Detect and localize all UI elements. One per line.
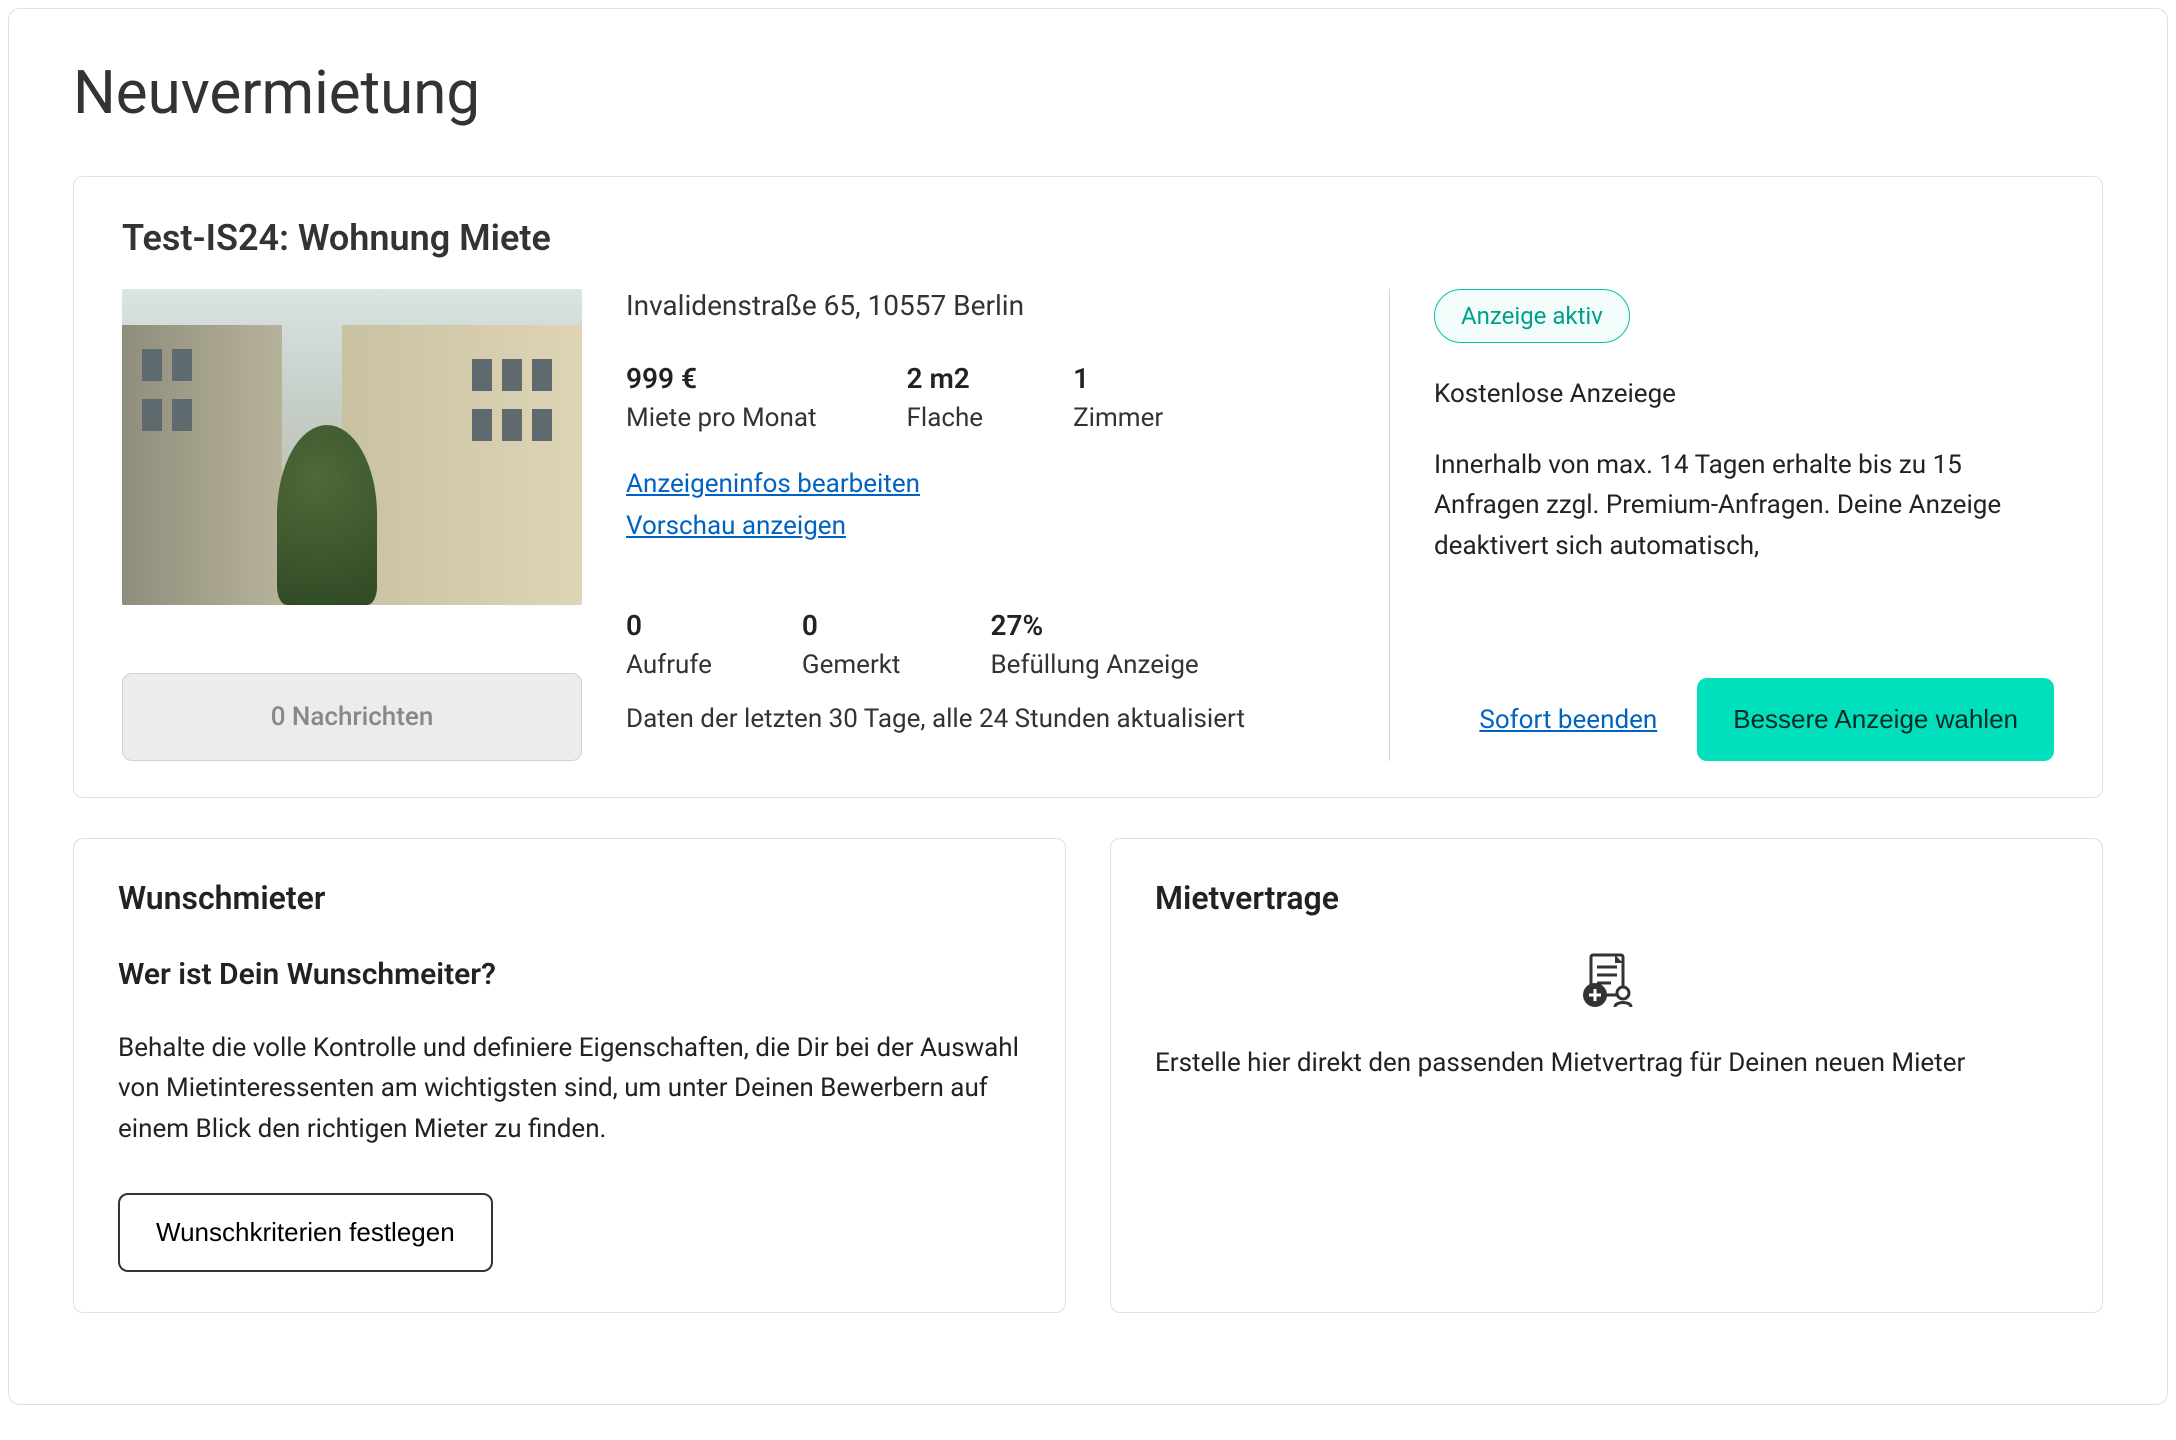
- contract-icon: [1155, 949, 2058, 1013]
- listing-photo: [122, 289, 582, 605]
- listing-address: Invalidenstraße 65, 10557 Berlin: [626, 289, 1345, 322]
- fact-price-label: Miete pro Monat: [626, 403, 817, 433]
- upgrade-listing-button[interactable]: Bessere Anzeige wahlen: [1697, 678, 2054, 761]
- fact-rooms-value: 1: [1073, 362, 1163, 395]
- mietvertrage-title: Mietvertrage: [1155, 879, 2058, 917]
- stat-saved-value: 0: [802, 609, 901, 642]
- stat-fill: 27% Befüllung Anzeige: [990, 609, 1198, 680]
- wunschmieter-card: Wunschmieter Wer ist Dein Wunschmeiter? …: [73, 838, 1066, 1313]
- listing-card: Test-IS24: Wohnung Miete: [73, 176, 2103, 798]
- status-badge: Anzeige aktiv: [1434, 289, 1630, 343]
- end-now-link[interactable]: Sofort beenden: [1479, 705, 1657, 735]
- stat-views-value: 0: [626, 609, 712, 642]
- stats-caption: Daten der letzten 30 Tage, alle 24 Stund…: [626, 704, 1345, 734]
- mietvertrage-card: Mietvertrage Erstelle hier direkt den pa…: [1110, 838, 2103, 1313]
- fact-area: 2 m2 Flache: [907, 362, 984, 433]
- page-title: Neuvermietung: [73, 57, 2103, 128]
- wunschmieter-body: Behalte die volle Kontrolle und definier…: [118, 1028, 1021, 1149]
- wunschmieter-subtitle: Wer ist Dein Wunschmeiter?: [118, 957, 1021, 992]
- status-body: Innerhalb von max. 14 Tagen erhalte bis …: [1434, 445, 2054, 566]
- stat-fill-label: Befüllung Anzeige: [990, 650, 1198, 680]
- fact-price: 999 € Miete pro Monat: [626, 362, 817, 433]
- messages-button[interactable]: 0 Nachrichten: [122, 673, 582, 761]
- fact-area-label: Flache: [907, 403, 984, 433]
- fact-rooms-label: Zimmer: [1073, 403, 1163, 433]
- wunschmieter-title: Wunschmieter: [118, 879, 1021, 917]
- set-criteria-button[interactable]: Wunschkriterien festlegen: [118, 1193, 493, 1272]
- fact-price-value: 999 €: [626, 362, 817, 395]
- vertical-divider: [1389, 289, 1390, 761]
- stat-views-label: Aufrufe: [626, 650, 712, 680]
- fact-area-value: 2 m2: [907, 362, 984, 395]
- stat-views: 0 Aufrufe: [626, 609, 712, 680]
- listing-title: Test-IS24: Wohnung Miete: [122, 217, 2054, 259]
- status-heading: Kostenlose Anzeiege: [1434, 379, 2054, 409]
- mietvertrage-body: Erstelle hier direkt den passenden Mietv…: [1155, 1043, 2058, 1083]
- stat-saved-label: Gemerkt: [802, 650, 901, 680]
- stat-saved: 0 Gemerkt: [802, 609, 901, 680]
- preview-listing-link[interactable]: Vorschau anzeigen: [626, 511, 846, 541]
- fact-rooms: 1 Zimmer: [1073, 362, 1163, 433]
- edit-listing-link[interactable]: Anzeigeninfos bearbeiten: [626, 469, 920, 499]
- stat-fill-value: 27%: [990, 609, 1198, 642]
